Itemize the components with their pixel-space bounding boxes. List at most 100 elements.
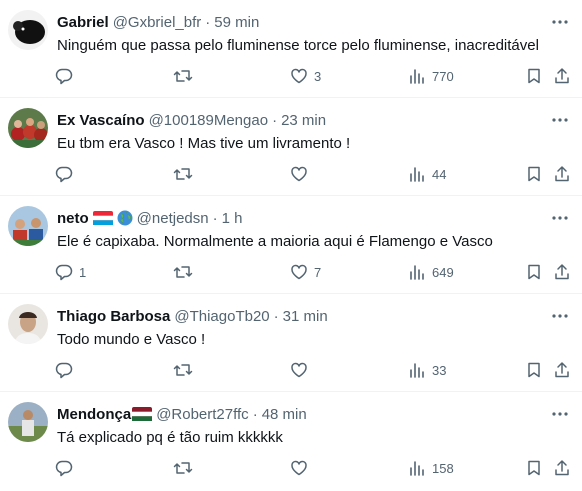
reply-button[interactable] <box>55 66 79 86</box>
views-icon <box>408 459 426 477</box>
views-button[interactable]: 44 <box>408 164 446 184</box>
tweet-header: neto @netjedsn · 1 h <box>57 208 542 228</box>
views-button[interactable]: 649 <box>408 262 454 282</box>
globe-icon <box>117 210 133 226</box>
bookmark-button[interactable] <box>525 262 543 282</box>
reply-feed: Gabriel @Gxbriel_bfr · 59 min Ninguém qu… <box>0 0 582 490</box>
tweet-text: Eu tbm era Vasco ! Mas tive um livrament… <box>57 135 351 152</box>
share-icon <box>553 67 571 85</box>
separator: · <box>252 405 258 423</box>
retweet-button[interactable] <box>173 458 199 478</box>
bookmark-button[interactable] <box>525 360 543 380</box>
view-count: 770 <box>432 68 454 84</box>
share-button[interactable] <box>553 66 571 86</box>
tweet[interactable]: Gabriel @Gxbriel_bfr · 59 min Ninguém qu… <box>0 0 582 98</box>
view-count: 44 <box>432 166 447 182</box>
avatar[interactable] <box>8 402 48 442</box>
user-handle[interactable]: @netjedsn <box>137 210 209 227</box>
views-icon <box>408 165 426 183</box>
display-name[interactable]: Thiago Barbosa <box>57 308 170 325</box>
reply-icon <box>55 67 73 85</box>
view-count: 158 <box>432 460 454 476</box>
like-button[interactable]: 7 <box>290 262 321 282</box>
retweet-icon <box>173 361 193 379</box>
heart-icon <box>290 67 308 85</box>
action-bar: 3 770 <box>0 66 582 86</box>
user-handle[interactable]: @Robert27ffc <box>156 406 249 423</box>
separator: · <box>272 111 278 129</box>
share-button[interactable] <box>553 164 571 184</box>
timestamp[interactable]: 59 min <box>214 14 259 31</box>
action-bar: 33 <box>0 360 582 380</box>
tweet[interactable]: Mendonça @Robert27ffc · 48 min Tá explic… <box>0 392 582 490</box>
bookmark-icon <box>525 165 543 183</box>
avatar[interactable] <box>8 10 48 50</box>
view-count: 33 <box>432 362 447 378</box>
tweet-text: Todo mundo e Vasco ! <box>57 331 206 348</box>
avatar[interactable] <box>8 304 48 344</box>
more-icon[interactable] <box>550 12 570 32</box>
bookmark-icon <box>525 67 543 85</box>
share-button[interactable] <box>553 458 571 478</box>
retweet-button[interactable] <box>173 66 199 86</box>
reply-button[interactable] <box>55 360 79 380</box>
more-icon[interactable] <box>550 208 570 228</box>
heart-icon <box>290 361 308 379</box>
user-handle[interactable]: @ThiagoTb20 <box>174 308 269 325</box>
share-button[interactable] <box>553 262 571 282</box>
like-button[interactable] <box>290 458 314 478</box>
tweet-header: Thiago Barbosa @ThiagoTb20 · 31 min <box>57 306 542 326</box>
more-icon[interactable] <box>550 306 570 326</box>
tweet-header: Mendonça @Robert27ffc · 48 min <box>57 404 542 424</box>
like-button[interactable]: 3 <box>290 66 321 86</box>
timestamp[interactable]: 1 h <box>222 210 243 227</box>
like-count: 3 <box>314 68 322 84</box>
views-button[interactable]: 770 <box>408 66 454 86</box>
display-name[interactable]: Gabriel <box>57 14 109 31</box>
retweet-icon <box>173 263 193 281</box>
user-handle[interactable]: @100189Mengao <box>149 112 269 129</box>
more-icon[interactable] <box>550 110 570 130</box>
views-button[interactable]: 33 <box>408 360 446 380</box>
like-count: 7 <box>314 264 322 280</box>
bookmark-button[interactable] <box>525 66 543 86</box>
timestamp[interactable]: 23 min <box>281 112 326 129</box>
heart-icon <box>290 459 308 477</box>
reply-button[interactable] <box>55 458 79 478</box>
more-icon[interactable] <box>550 404 570 424</box>
bookmark-button[interactable] <box>525 164 543 184</box>
share-icon <box>553 165 571 183</box>
action-bar: 1 7 649 <box>0 262 582 282</box>
bookmark-button[interactable] <box>525 458 543 478</box>
display-name[interactable]: neto <box>57 210 89 227</box>
retweet-icon <box>173 459 193 477</box>
reply-button[interactable] <box>55 164 79 184</box>
display-name[interactable]: Ex Vascaíno <box>57 112 145 129</box>
bookmark-icon <box>525 459 543 477</box>
retweet-icon <box>173 67 193 85</box>
reply-button[interactable]: 1 <box>55 262 86 282</box>
user-handle[interactable]: @Gxbriel_bfr <box>113 14 202 31</box>
timestamp[interactable]: 31 min <box>283 308 328 325</box>
display-name[interactable]: Mendonça <box>57 406 131 423</box>
like-button[interactable] <box>290 164 314 184</box>
avatar[interactable] <box>8 108 48 148</box>
share-icon <box>553 263 571 281</box>
action-bar: 158 <box>0 458 582 478</box>
retweet-button[interactable] <box>173 360 199 380</box>
share-button[interactable] <box>553 360 571 380</box>
retweet-button[interactable] <box>173 262 199 282</box>
like-button[interactable] <box>290 360 314 380</box>
retweet-button[interactable] <box>173 164 199 184</box>
tweet[interactable]: Ex Vascaíno @100189Mengao · 23 min Eu tb… <box>0 98 582 196</box>
avatar[interactable] <box>8 206 48 246</box>
tweet-text: Tá explicado pq é tão ruim kkkkkk <box>57 429 283 446</box>
views-icon <box>408 263 426 281</box>
heart-icon <box>290 263 308 281</box>
separator: · <box>273 307 279 325</box>
tweet[interactable]: neto @netjedsn · 1 h Ele é capixaba. Nor… <box>0 196 582 294</box>
tweet[interactable]: Thiago Barbosa @ThiagoTb20 · 31 min Todo… <box>0 294 582 392</box>
action-bar: 44 <box>0 164 582 184</box>
views-button[interactable]: 158 <box>408 458 454 478</box>
timestamp[interactable]: 48 min <box>262 406 307 423</box>
